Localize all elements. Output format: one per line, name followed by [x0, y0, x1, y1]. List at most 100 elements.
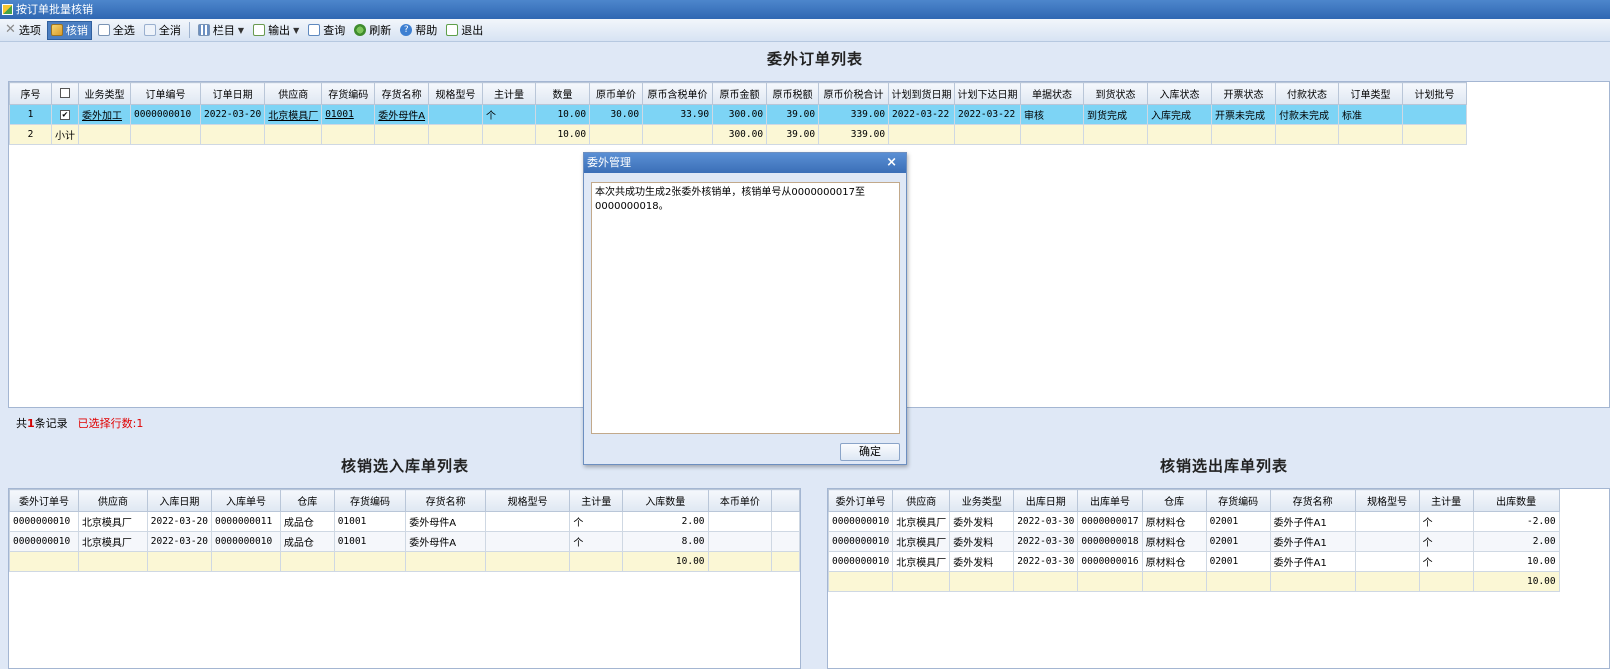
cell-arrive-status: 到货完成: [1083, 104, 1149, 125]
header-checkbox[interactable]: [60, 88, 70, 98]
column-header[interactable]: 规格型号: [428, 82, 484, 105]
cell-biz-type: 委外发料: [949, 551, 1015, 572]
empty-cell: [77, 551, 148, 572]
empty-cell: [9, 551, 79, 572]
column-header[interactable]: 到货状态: [1083, 82, 1149, 105]
column-header[interactable]: 付款状态: [1275, 82, 1340, 105]
table-row[interactable]: 1 ✔ 委外加工 0000000010 2022-03-20 北京模具厂 010…: [9, 104, 1468, 125]
column-header[interactable]: 原币金额: [712, 82, 768, 105]
cell-inv-code: 01001: [333, 531, 407, 552]
column-header[interactable]: 委外订单号: [828, 489, 894, 512]
outstock-header-row: 委外订单号 供应商 业务类型 出库日期 出库单号 仓库 存货编码 存货名称 规格…: [828, 489, 1560, 512]
exit-button[interactable]: 退出: [443, 21, 486, 40]
column-header[interactable]: 原币单价: [589, 82, 644, 105]
cell-qty: 10.00: [535, 104, 591, 125]
select-all-icon: [97, 24, 110, 36]
column-header[interactable]: 数量: [535, 82, 591, 105]
column-header[interactable]: 业务类型: [949, 489, 1015, 512]
help-button[interactable]: ? 帮助: [397, 21, 440, 40]
column-header[interactable]: 存货名称: [374, 82, 430, 105]
column-header[interactable]: 出库单号: [1077, 489, 1143, 512]
export-dropdown-icon[interactable]: ▼: [293, 26, 299, 35]
export-button[interactable]: 输出 ▼: [250, 21, 302, 40]
column-header[interactable]: 供应商: [77, 489, 148, 512]
column-header[interactable]: 供应商: [264, 82, 323, 105]
row-checkbox-mark[interactable]: ✔: [60, 109, 70, 120]
query-button[interactable]: 查询: [305, 21, 348, 40]
cell-inv-code[interactable]: 01001: [321, 104, 376, 125]
column-header[interactable]: 仓库: [279, 489, 335, 512]
column-header[interactable]: 主计量: [569, 489, 624, 512]
column-header[interactable]: 序号: [9, 82, 52, 105]
column-header[interactable]: 存货名称: [405, 489, 486, 512]
select-all-label: 全选: [112, 24, 135, 37]
column-header[interactable]: 供应商: [892, 489, 951, 512]
column-header[interactable]: 入库日期: [146, 489, 212, 512]
refresh-button[interactable]: 刷新: [351, 21, 394, 40]
deselect-all-button[interactable]: 全消: [141, 21, 184, 40]
table-row[interactable]: 0000000010 北京模具厂 委外发料 2022-03-30 0000000…: [828, 551, 1560, 572]
query-label: 查询: [323, 24, 346, 37]
options-button[interactable]: ✕ 选项: [2, 21, 44, 40]
column-header[interactable]: 出库日期: [1013, 489, 1079, 512]
column-header[interactable]: 出库数量: [1472, 489, 1560, 512]
column-header[interactable]: 订单类型: [1338, 82, 1404, 105]
table-row[interactable]: 0000000010 北京模具厂 委外发料 2022-03-30 0000000…: [828, 531, 1560, 552]
column-header[interactable]: 入库单号: [210, 489, 281, 512]
cell-biz-type[interactable]: 委外加工: [78, 104, 131, 125]
table-row[interactable]: 0000000010 北京模具厂 2022-03-20 0000000011 成…: [9, 511, 800, 532]
cell-unit: 个: [1418, 531, 1474, 552]
empty-cell: [1275, 124, 1340, 145]
columns-dropdown-icon[interactable]: ▼: [238, 26, 244, 35]
table-row[interactable]: 0000000010 北京模具厂 2022-03-20 0000000010 成…: [9, 531, 800, 552]
column-header[interactable]: 委外订单号: [9, 489, 79, 512]
column-header[interactable]: 存货编码: [1205, 489, 1271, 512]
column-header[interactable]: 存货编码: [321, 82, 376, 105]
cell-order-no: 0000000010: [130, 104, 201, 125]
cell-date: 2022-03-30: [1013, 531, 1079, 552]
ok-button[interactable]: 确定: [840, 443, 900, 461]
cell-qty: 2.00: [1472, 531, 1560, 552]
column-header[interactable]: 主计量: [482, 82, 537, 105]
column-header[interactable]: 规格型号: [484, 489, 571, 512]
cell-date: 2022-03-20: [146, 511, 212, 532]
column-header[interactable]: 单据状态: [1020, 82, 1085, 105]
column-header[interactable]: [771, 489, 800, 512]
select-all-button[interactable]: 全选: [95, 21, 138, 40]
column-header[interactable]: 原币税额: [766, 82, 820, 105]
column-header[interactable]: 原币价税合计: [818, 82, 890, 105]
column-header[interactable]: 主计量: [1418, 489, 1474, 512]
cell-inv-name[interactable]: 委外母件A: [374, 104, 430, 125]
column-header[interactable]: 本币单价: [707, 489, 773, 512]
cell-no: 2: [9, 124, 52, 145]
column-header[interactable]: 订单日期: [199, 82, 266, 105]
column-header[interactable]: 入库状态: [1147, 82, 1213, 105]
close-icon[interactable]: ×: [886, 153, 897, 173]
column-header[interactable]: 开票状态: [1211, 82, 1277, 105]
column-header[interactable]: 入库数量: [622, 489, 709, 512]
column-header[interactable]: 仓库: [1141, 489, 1207, 512]
empty-cell: [949, 571, 1015, 592]
row-checkbox[interactable]: ✔: [51, 104, 79, 125]
column-header[interactable]: 存货编码: [333, 489, 407, 512]
cell-inv-name: 委外子件A1: [1269, 511, 1356, 532]
empty-cell: [892, 571, 951, 592]
columns-button[interactable]: 栏目 ▼: [195, 21, 247, 40]
cell-qty: 2.00: [622, 511, 709, 532]
column-header[interactable]: 计划下达日期: [954, 82, 1022, 105]
table-row[interactable]: 0000000010 北京模具厂 委外发料 2022-03-30 0000000…: [828, 511, 1560, 532]
column-header[interactable]: 计划批号: [1402, 82, 1468, 105]
column-header[interactable]: 订单编号: [130, 82, 201, 105]
empty-cell: [428, 124, 484, 145]
column-header[interactable]: 计划到货日期: [888, 82, 956, 105]
refresh-icon: [354, 24, 367, 36]
status-suffix: 条记录: [34, 417, 68, 430]
select-all-checkbox-header[interactable]: [51, 82, 79, 105]
column-header[interactable]: 存货名称: [1269, 489, 1356, 512]
cell-supplier[interactable]: 北京模具厂: [264, 104, 323, 125]
dialog-titlebar[interactable]: 委外管理 ×: [584, 153, 906, 173]
column-header[interactable]: 规格型号: [1354, 489, 1420, 512]
column-header[interactable]: 业务类型: [78, 82, 131, 105]
writeoff-button[interactable]: 核销: [46, 20, 92, 40]
column-header[interactable]: 原币含税单价: [642, 82, 714, 105]
